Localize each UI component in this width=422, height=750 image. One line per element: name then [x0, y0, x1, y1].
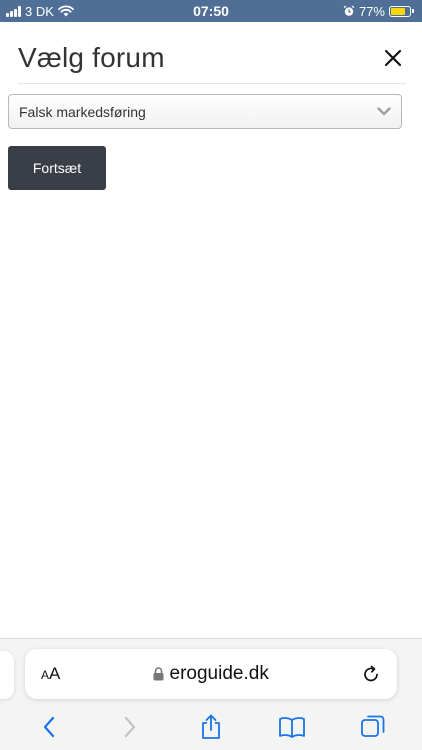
status-left: 3 DK — [6, 4, 74, 19]
continue-button[interactable]: Fortsæt — [8, 146, 106, 190]
bookmarks-button[interactable] — [272, 711, 312, 743]
text-size-small: A — [41, 668, 50, 682]
bookmarks-icon — [279, 717, 306, 738]
share-icon — [202, 714, 220, 739]
tabs-icon — [361, 715, 385, 737]
text-size-large: A — [49, 664, 61, 683]
battery-icon — [389, 5, 414, 17]
back-button[interactable] — [29, 711, 69, 743]
close-button[interactable] — [380, 45, 406, 71]
address-bar[interactable]: AA eroguide.dk — [25, 649, 397, 699]
status-right: 77% — [343, 4, 414, 19]
signal-icon — [6, 5, 21, 17]
chevron-down-icon — [377, 107, 391, 116]
wifi-icon — [58, 5, 74, 17]
previous-tab-peek[interactable] — [0, 651, 14, 699]
reload-icon — [364, 665, 378, 682]
battery-percent: 77% — [358, 3, 385, 19]
battery-fill — [391, 7, 405, 15]
share-button[interactable] — [191, 711, 231, 743]
lock-icon — [153, 667, 164, 681]
back-icon — [43, 716, 54, 738]
close-icon — [384, 49, 402, 66]
browser-toolbar — [0, 709, 422, 745]
forum-select-value: Falsk markedsføring — [19, 103, 146, 120]
alarm-icon — [343, 5, 355, 16]
forward-icon — [124, 716, 135, 738]
forward-button[interactable] — [110, 711, 150, 743]
url-text: eroguide.dk — [169, 663, 269, 684]
forum-select[interactable]: Falsk markedsføring — [8, 94, 402, 129]
page-title: Vælg forum — [18, 41, 165, 73]
modal-header: Vælg forum — [18, 36, 406, 84]
url-display[interactable]: eroguide.dk — [153, 663, 269, 685]
tabs-button[interactable] — [353, 711, 393, 743]
status-bar: 3 DK 07:50 77% — [0, 0, 422, 22]
text-size-button[interactable]: AA — [41, 664, 60, 684]
reload-button[interactable] — [361, 664, 381, 684]
browser-bar: AA eroguide.dk — [0, 638, 422, 750]
carrier-label: 3 DK — [25, 3, 54, 19]
